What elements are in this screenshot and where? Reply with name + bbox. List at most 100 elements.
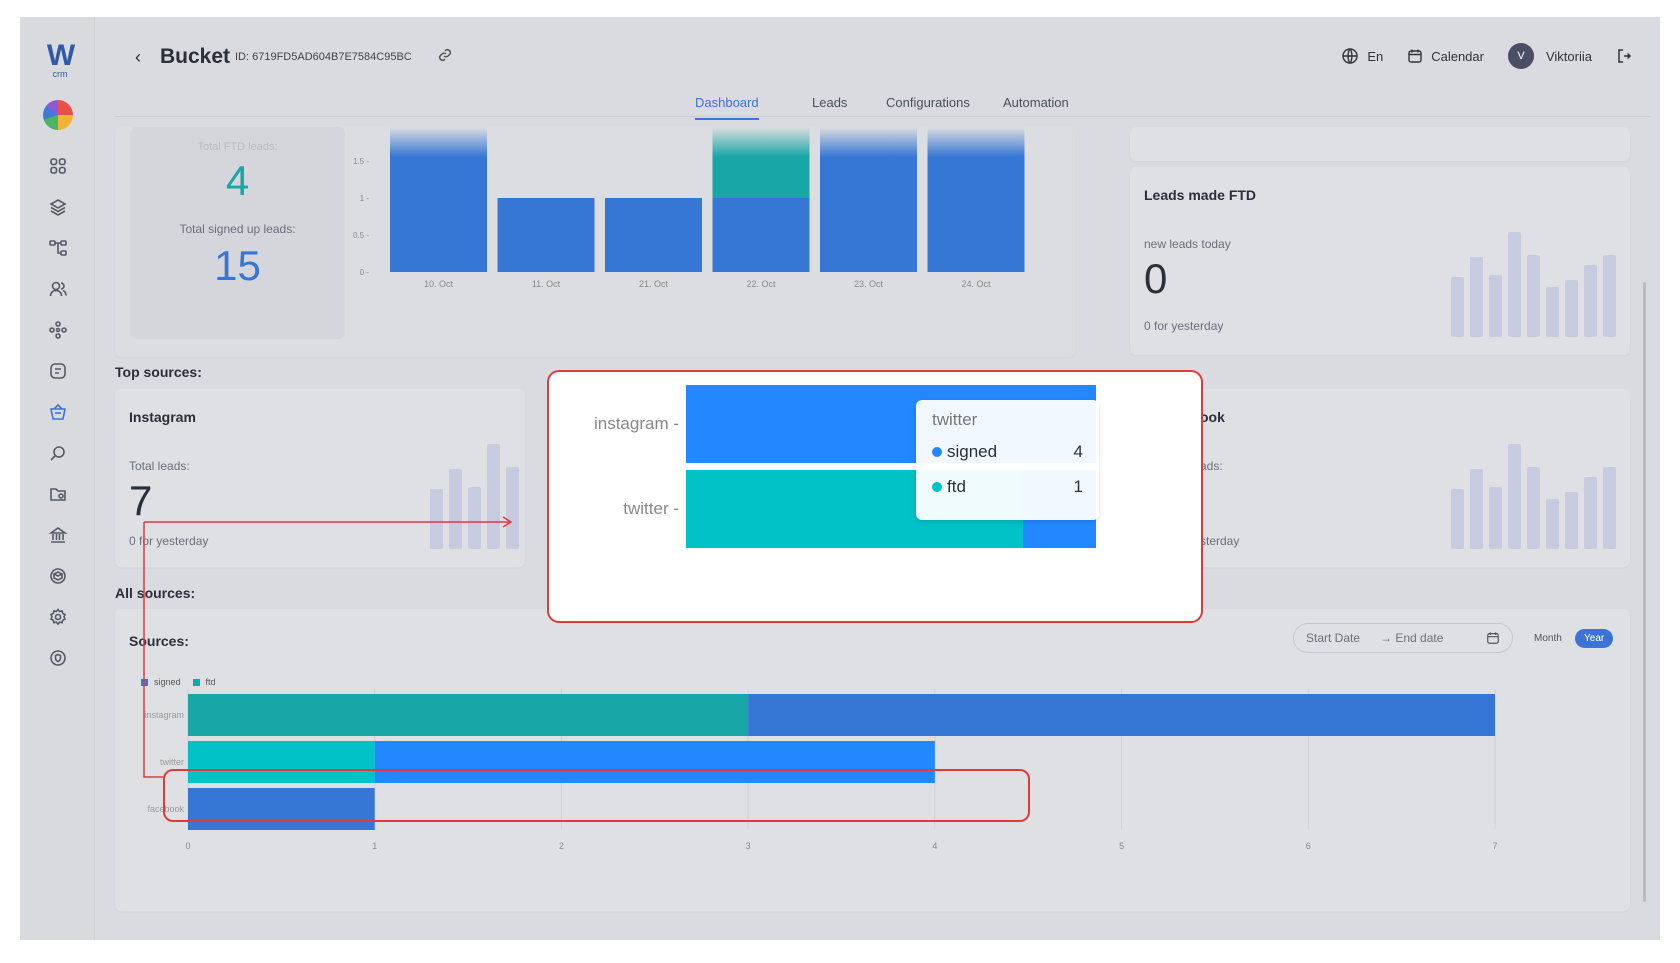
instagram-sparkline xyxy=(430,444,519,549)
folder-icon xyxy=(50,488,66,501)
bucket-icon xyxy=(50,403,66,420)
tab-automation[interactable]: Automation xyxy=(1003,95,1069,118)
x-tick-label: 23. Oct xyxy=(854,279,884,289)
sidebar-item-security[interactable] xyxy=(40,640,76,676)
app-logo[interactable]: W crm xyxy=(43,41,77,79)
x-tick-label: 21. Oct xyxy=(639,279,669,289)
legend-ftd-swatch xyxy=(192,678,200,686)
colorful-pie-icon xyxy=(43,100,73,130)
y-tick-label: 0.5 - xyxy=(353,231,369,240)
tab-configurations[interactable]: Configurations xyxy=(886,95,970,118)
sidebar-item-settings[interactable] xyxy=(40,599,76,635)
column-signed-3 xyxy=(712,198,810,272)
hierarchy-icon xyxy=(49,240,67,256)
facebook-title-partial: ook xyxy=(1200,409,1225,425)
network-icon xyxy=(49,321,67,339)
sources-legend: signed ftd xyxy=(141,677,216,687)
chevron-left-icon[interactable]: ‹ xyxy=(135,47,141,68)
tooltip-signed-value: 4 xyxy=(1073,442,1083,461)
new-leads-yesterday: 0 for yesterday xyxy=(1144,319,1224,333)
ftd-summary-card: Total FTD leads: 4 Total signed up leads… xyxy=(115,127,1075,357)
sidebar-item-projects[interactable] xyxy=(40,97,76,133)
x-tick-label: 3 xyxy=(746,841,751,851)
facebook-card: ook ads: sterday xyxy=(1130,389,1630,567)
zoom-category-label: twitter - xyxy=(623,499,679,518)
ticket-icon xyxy=(50,363,66,379)
instagram-yesterday: 0 for yesterday xyxy=(129,534,209,548)
all-sources-title: All sources: xyxy=(115,585,196,601)
sidebar-item-users[interactable] xyxy=(40,271,76,307)
sparkline-bars xyxy=(1451,232,1616,337)
month-toggle[interactable]: Month xyxy=(1525,629,1571,648)
search-icon xyxy=(50,446,65,461)
user-menu[interactable]: V Viktoriia xyxy=(1507,43,1592,69)
tab-dashboard[interactable]: Dashboard xyxy=(695,95,759,120)
tab-leads[interactable]: Leads xyxy=(812,95,847,118)
tooltip-title: twitter xyxy=(932,410,978,429)
calendar-button[interactable]: Calendar xyxy=(1407,48,1484,64)
zoom-chart: instagram - twitter - xyxy=(594,385,1096,548)
daily-leads-chart: 1.5 - 1 - 0.5 - 0 - 10. Oct 11. Oct 21. Oct 22.… xyxy=(345,127,1075,289)
sidebar-item-folders[interactable] xyxy=(40,476,76,512)
x-tick-label: 5 xyxy=(1119,841,1124,851)
top-fade xyxy=(345,127,1075,157)
tooltip-ftd-value: 1 xyxy=(1073,477,1083,496)
bar-signed-instagram xyxy=(748,694,1495,736)
start-date-input[interactable]: Start Date xyxy=(1306,631,1360,645)
x-tick-label: 2 xyxy=(559,841,564,851)
sidebar-item-search[interactable] xyxy=(40,435,76,471)
partial-top-card xyxy=(1130,127,1630,161)
sidebar-item-bucket[interactable] xyxy=(40,394,76,430)
instagram-total-label: Total leads: xyxy=(129,459,190,473)
users-icon xyxy=(49,281,67,297)
legend-signed-swatch xyxy=(141,678,148,686)
x-tick-label: 11. Oct xyxy=(532,279,561,289)
zoom-popup: instagram - twitter - twitter signed 4 ft… xyxy=(547,370,1203,623)
x-tick-label: 22. Oct xyxy=(746,279,776,289)
category-label: twitter xyxy=(160,757,184,767)
bank-icon xyxy=(48,527,68,543)
sources-card: Sources: Start Date → End date Month Yea… xyxy=(115,609,1630,911)
x-tick-label: 6 xyxy=(1306,841,1311,851)
y-tick-label: 1 - xyxy=(360,194,370,203)
globe-icon xyxy=(1342,48,1359,64)
x-tick-label: 24. Oct xyxy=(961,279,991,289)
calendar-icon[interactable] xyxy=(1486,631,1500,645)
sidebar-item-network[interactable] xyxy=(40,312,76,348)
year-toggle[interactable]: Year xyxy=(1575,629,1614,648)
sidebar-item-hierarchy[interactable] xyxy=(40,230,76,266)
category-label: instagram xyxy=(144,710,184,720)
tooltip-row-signed: signed xyxy=(932,442,997,462)
tooltip-ftd-dot xyxy=(932,482,942,492)
sidebar-item-dashboard[interactable] xyxy=(40,148,76,184)
sidebar-item-bank[interactable] xyxy=(40,517,76,553)
tooltip-row-ftd: ftd xyxy=(932,477,966,497)
column-signed-2 xyxy=(605,198,702,272)
zoom-category-label: instagram - xyxy=(594,414,679,433)
gear-icon xyxy=(49,608,67,626)
user-name: Viktoriia xyxy=(1545,48,1592,64)
tooltip-ftd-label: ftd xyxy=(947,477,966,496)
link-icon[interactable] xyxy=(437,47,453,68)
date-range-picker[interactable]: Start Date → End date xyxy=(1293,623,1513,653)
page-header: ‹ Bucket ID: 6719FD5AD604B7E7584C95BC En… xyxy=(115,17,1650,120)
signed-value: 15 xyxy=(214,242,261,289)
leads-made-ftd-card: Leads made FTD new leads today 0 0 for y… xyxy=(1130,167,1630,355)
sidebar-item-box[interactable] xyxy=(40,558,76,594)
logout-icon[interactable] xyxy=(1616,48,1632,64)
legend-ftd-label: ftd xyxy=(205,677,216,687)
end-date-input[interactable]: → End date xyxy=(1380,631,1443,645)
tab-bar: Dashboard Leads Configurations Automatio… xyxy=(115,87,1650,120)
ftd-value: 4 xyxy=(225,157,250,204)
ftd-faded-label: Total FTD leads: xyxy=(197,141,278,153)
facebook-total-label-partial: ads: xyxy=(1200,459,1223,473)
tooltip-signed-label: signed xyxy=(947,442,998,461)
sidebar-item-layers[interactable] xyxy=(40,189,76,225)
new-leads-today-label: new leads today xyxy=(1144,237,1231,251)
new-leads-today-value: 0 xyxy=(1144,255,1168,302)
sources-card-title: Sources: xyxy=(129,633,189,649)
scrollbar[interactable] xyxy=(1643,282,1646,902)
column-signed-1 xyxy=(497,198,595,272)
sidebar-item-tickets[interactable] xyxy=(40,353,76,389)
language-switcher[interactable]: En xyxy=(1341,47,1383,65)
